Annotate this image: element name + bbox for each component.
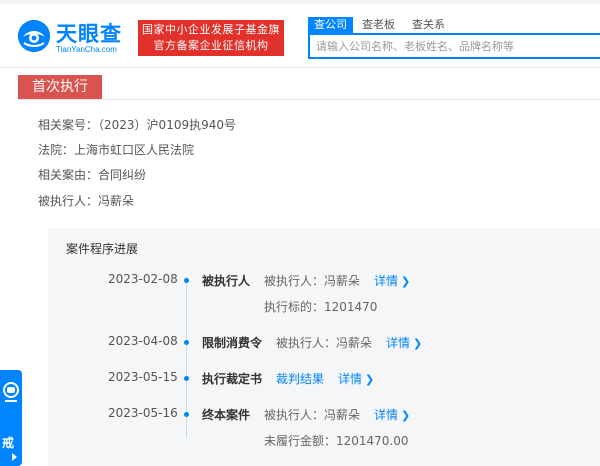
tab-search-relation[interactable]: 查关系: [412, 17, 445, 33]
field-label: 法院：: [38, 143, 75, 157]
event-date: 2023-05-15: [108, 370, 178, 384]
slogan-banner: 国家中小企业发展子基金旗下 官方备案企业征信机构: [138, 20, 284, 56]
search-input[interactable]: [310, 35, 600, 57]
detail-label: 详情: [374, 408, 399, 422]
field-case-cause: 相关案由：合同纠纷: [38, 166, 146, 183]
event-sub-info: 未履行金额：1201470.00: [264, 434, 409, 448]
event-date: 2023-02-08: [108, 272, 178, 286]
detail-link[interactable]: 详情 ❯: [338, 370, 374, 387]
detail-link[interactable]: 详情 ❯: [386, 334, 422, 351]
event-sub-info: 执行标的：1201470: [264, 300, 378, 314]
field-label: 被执行人：: [38, 194, 99, 208]
logo-name: 天眼查: [56, 22, 122, 46]
judgment-result-link[interactable]: 裁判结果: [276, 370, 324, 387]
floating-service-widget[interactable]: 戒: [0, 370, 22, 466]
timeline-dot: [184, 278, 189, 283]
chevron-right-icon: ❯: [413, 337, 423, 350]
logo-domain: TianYanCha.com: [56, 45, 117, 54]
section-divider: [18, 99, 600, 100]
event-party: 被执行人：冯薪朵: [276, 336, 373, 350]
field-value: （2023）沪0109执940号: [98, 118, 236, 132]
timeline-dot: [184, 412, 189, 417]
eye-logo-icon: [18, 20, 50, 52]
event-kind: 执行裁定书: [202, 372, 263, 386]
event-kind: 限制消费令: [202, 336, 263, 350]
event-kind: 终本案件: [202, 408, 251, 422]
detail-link[interactable]: 详情 ❯: [374, 406, 410, 423]
detail-label: 详情: [338, 372, 363, 386]
field-executed-person: 被执行人：冯薪朵: [38, 192, 134, 209]
section-title: 首次执行: [18, 75, 102, 100]
event-kind: 被执行人: [202, 274, 251, 288]
slogan-line-1: 国家中小企业发展子基金旗下: [142, 23, 280, 36]
field-court: 法院：上海市虹口区人民法院: [38, 141, 194, 158]
field-case-number: 相关案号：（2023）沪0109执940号: [38, 116, 236, 133]
slogan-line-2: 官方备案企业征信机构: [153, 39, 269, 52]
tab-search-company[interactable]: 查公司: [308, 17, 353, 33]
chevron-right-icon: ❯: [401, 409, 411, 422]
site-header: 天眼查 TianYanCha.com 国家中小企业发展子基金旗下 官方备案企业征…: [0, 0, 600, 68]
detail-label: 详情: [386, 336, 411, 350]
field-label: 相关案号：: [38, 118, 99, 132]
event-date: 2023-04-08: [108, 334, 178, 348]
browser-top-strip: [0, 0, 600, 4]
timeline-dot: [184, 340, 189, 345]
play-arrow-icon: [12, 453, 17, 461]
float-widget-label: 戒: [2, 436, 15, 450]
field-value: 上海市虹口区人民法院: [74, 143, 195, 157]
case-progress-panel: 案件程序进展 2023-02-08 被执行人 被执行人：冯薪朵 详情 ❯ 执行标的…: [48, 228, 600, 466]
field-label: 相关案由：: [38, 168, 99, 182]
chevron-right-icon: ❯: [365, 373, 375, 386]
event-date: 2023-05-16: [108, 406, 178, 420]
search-box: [308, 33, 600, 59]
panel-title: 案件程序进展: [66, 242, 139, 256]
field-value: 冯薪朵: [98, 194, 135, 208]
tab-search-boss[interactable]: 查老板: [362, 17, 395, 33]
event-party: 被执行人：冯薪朵: [264, 408, 361, 422]
field-value: 合同纠纷: [98, 168, 147, 182]
detail-link[interactable]: 详情 ❯: [374, 272, 410, 289]
event-party: 被执行人：冯薪朵: [264, 274, 361, 288]
detail-label: 详情: [374, 274, 399, 288]
customer-service-icon: [2, 376, 20, 412]
timeline-dot: [184, 376, 189, 381]
chevron-right-icon: ❯: [401, 275, 411, 288]
site-logo[interactable]: 天眼查 TianYanCha.com: [18, 18, 134, 58]
